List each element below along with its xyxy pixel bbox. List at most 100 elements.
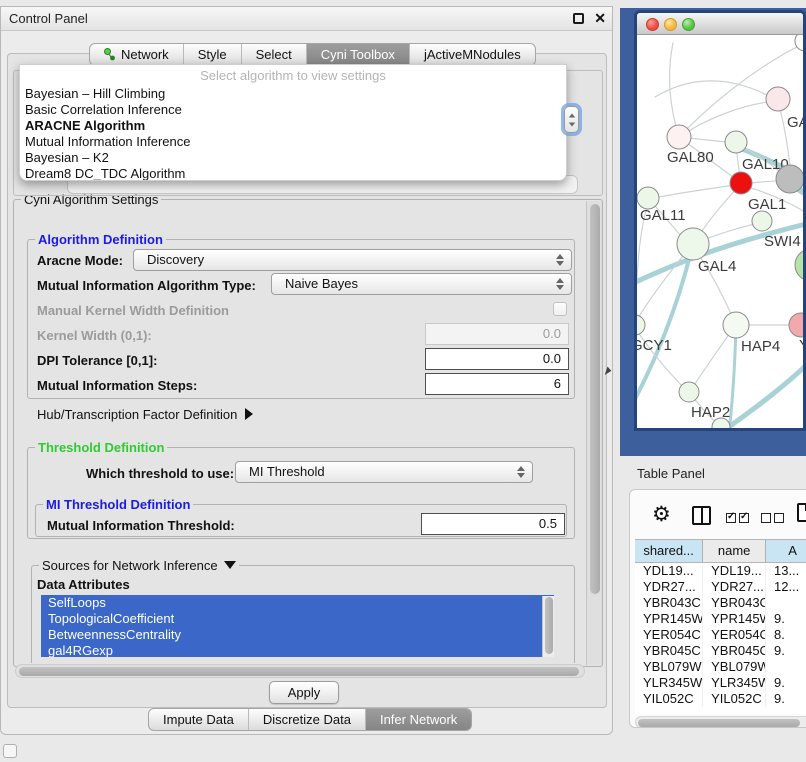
dropdown-item[interactable]: Mutual Information Inference [20, 134, 566, 150]
attribute-list-item[interactable]: TopologicalCoefficient [41, 611, 554, 627]
network-node-gal[interactable] [766, 87, 790, 111]
network-view-window[interactable]: GALGAL80GAL10GAL1GAL11SWI4GAL4GCY1HAP4YH… [634, 10, 806, 431]
column-header-2[interactable]: name [703, 540, 766, 562]
table-hscrollbar[interactable] [635, 716, 806, 728]
data-attributes-list[interactable]: SelfLoopsTopologicalCoefficientBetweenne… [41, 595, 554, 657]
attribute-list-item[interactable]: SelfLoops [41, 595, 554, 611]
deselect-all-columns-icon[interactable] [761, 510, 787, 528]
minimize-traffic-light-icon[interactable] [664, 18, 677, 31]
table-cell: YDR27... [703, 579, 766, 595]
manual-kernel-checkbox[interactable] [553, 302, 567, 316]
network-edge[interactable] [691, 327, 734, 390]
mi-steps-field[interactable]: 6 [425, 373, 569, 395]
table-cell: YBL079W [635, 659, 703, 675]
table-cell: 9. [766, 611, 806, 627]
which-threshold-label: Which threshold to use: [86, 466, 234, 481]
zoom-traffic-light-icon[interactable] [682, 18, 695, 31]
settings-vscrollbar-thumb[interactable] [590, 204, 600, 594]
sources-group-title[interactable]: Sources for Network Inference [39, 558, 239, 573]
network-node-gal11[interactable] [637, 187, 659, 209]
table-row[interactable]: YBR045CYBR045C9. [635, 643, 806, 659]
network-node-gal80[interactable] [667, 125, 691, 149]
kernel-width-field[interactable]: 0.0 [425, 323, 569, 345]
dropdown-item[interactable]: Dream8 DC_TDC Algorithm [20, 166, 566, 181]
network-node[interactable] [795, 35, 806, 51]
network-node[interactable] [795, 249, 806, 281]
mi-threshold-group-title: MI Threshold Definition [43, 497, 193, 512]
settings-hscrollbar-thumb[interactable] [19, 667, 579, 676]
network-node-gal4[interactable] [677, 228, 709, 260]
column-header-1[interactable]: shared... [635, 540, 703, 562]
mi-threshold-field[interactable]: 0.5 [421, 513, 565, 535]
attribute-list-item[interactable]: gal4RGexp [41, 643, 554, 657]
dropdown-item[interactable]: Basic Correlation Inference [20, 102, 566, 118]
tab-infer-network[interactable]: Infer Network [366, 709, 471, 730]
network-edge[interactable] [670, 43, 679, 137]
close-icon[interactable]: ✕ [594, 10, 606, 27]
table-row[interactable]: YBL079WYBL079W [635, 659, 806, 675]
which-threshold-combo[interactable]: MI Threshold [235, 461, 533, 483]
network-node-hap4[interactable] [723, 312, 749, 338]
table-hscrollbar-thumb[interactable] [638, 719, 800, 727]
table-row[interactable]: YIL052CYIL052C9. [635, 691, 806, 707]
tab-discretize-data[interactable]: Discretize Data [249, 709, 366, 730]
tab-impute-data[interactable]: Impute Data [149, 709, 249, 730]
hub-definition-row[interactable]: Hub/Transcription Factor Definition [37, 407, 253, 422]
dpi-tolerance-field[interactable]: 0.0 [425, 348, 569, 370]
tab-jactivemnodules[interactable]: jActiveMNodules [410, 44, 535, 65]
aracne-mode-combo[interactable]: Discovery [133, 249, 572, 271]
tab-select[interactable]: Select [242, 44, 307, 65]
table-row[interactable]: YDL19...YDL19...13... [635, 563, 806, 579]
network-node-swi4[interactable] [752, 211, 772, 231]
table-cell: YLR345W [635, 675, 703, 691]
network-node-gal1[interactable] [730, 172, 752, 194]
network-node[interactable] [712, 418, 730, 431]
tab-network[interactable]: Network [90, 44, 184, 65]
close-traffic-light-icon[interactable] [646, 18, 659, 31]
mi-threshold-label: Mutual Information Threshold: [47, 518, 235, 533]
network-edge[interactable] [637, 221, 806, 287]
algorithm-dropdown-popup: Select algorithm to view settings Bayesi… [19, 64, 567, 181]
network-node-y[interactable] [789, 313, 806, 337]
table-row[interactable]: YLR345WYLR345W9. [635, 675, 806, 691]
table-cell: YER054C [703, 627, 766, 643]
settings-vscrollbar[interactable] [586, 201, 602, 665]
apply-button[interactable]: Apply [269, 681, 339, 704]
dropdown-item[interactable]: Bayesian – Hill Climbing [20, 86, 566, 102]
network-edge[interactable] [649, 184, 741, 199]
expand-right-icon[interactable] [245, 408, 253, 420]
gear-icon[interactable]: ⚙ [652, 502, 671, 527]
table-row[interactable]: YDR27...YDR27...12... [635, 579, 806, 595]
network-node[interactable] [776, 165, 804, 193]
network-edge[interactable] [679, 101, 778, 137]
table-row[interactable]: YPR145WYPR145W9. [635, 611, 806, 627]
algorithm-definition-title: Algorithm Definition [35, 232, 166, 247]
export-table-icon[interactable] [797, 503, 806, 522]
network-canvas[interactable]: GALGAL80GAL10GAL1GAL11SWI4GAL4GCY1HAP4YH… [637, 35, 806, 431]
top-tab-bar: NetworkStyleSelectCyni ToolboxjActiveMNo… [89, 43, 536, 66]
columns-icon[interactable] [692, 506, 711, 525]
restore-icon[interactable] [573, 13, 584, 24]
settings-hscrollbar[interactable] [15, 664, 585, 678]
table-row[interactable]: YBR043CYBR043C [635, 595, 806, 611]
mi-type-combo[interactable]: Naive Bayes [271, 273, 572, 295]
table-row[interactable]: YER054CYER054C8. [635, 627, 806, 643]
attr-list-vscrollbar[interactable] [542, 596, 554, 657]
column-header-3[interactable]: A [766, 540, 806, 562]
dropdown-item[interactable]: Bayesian – K2 [20, 150, 566, 166]
network-node-gcy1[interactable] [637, 315, 645, 335]
dropdown-item[interactable]: ARACNE Algorithm [20, 118, 566, 134]
tab-style[interactable]: Style [184, 44, 242, 65]
threshold-definition-title: Threshold Definition [35, 440, 167, 455]
select-all-columns-icon[interactable] [726, 510, 752, 528]
collapse-down-icon[interactable] [224, 561, 236, 569]
network-edge[interactable] [655, 81, 778, 101]
algorithm-combo-spinner[interactable] [564, 106, 579, 133]
attribute-list-item[interactable]: BetweennessCentrality [41, 627, 554, 643]
network-node-hap2[interactable] [679, 382, 699, 402]
tab-cyni-toolbox[interactable]: Cyni Toolbox [307, 44, 410, 65]
network-node-gal10[interactable] [725, 131, 747, 153]
collapsed-panel-icon[interactable] [3, 744, 17, 758]
node-label: GAL80 [667, 149, 714, 166]
attr-list-vscrollbar-thumb[interactable] [545, 597, 553, 654]
